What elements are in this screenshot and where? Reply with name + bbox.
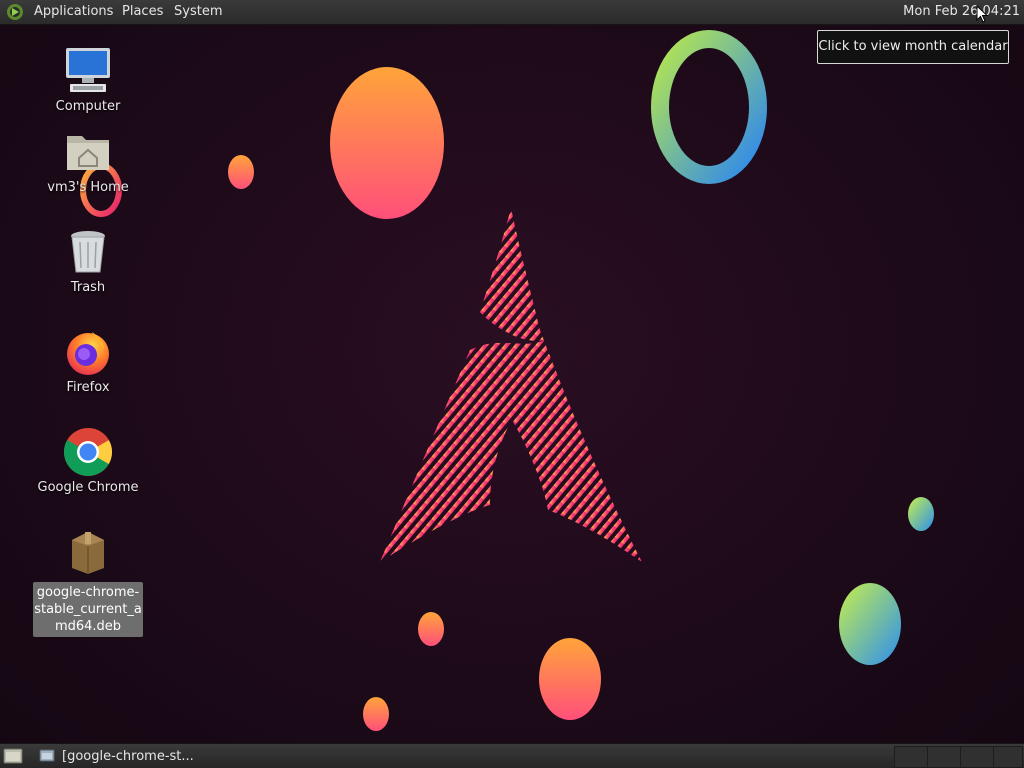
- bubble: [839, 583, 901, 665]
- taskbar-window-label: [google-chrome-st...: [62, 748, 194, 764]
- desktop-icon-label: vm3's Home: [47, 180, 129, 195]
- show-desktop-icon[interactable]: [3, 747, 23, 765]
- desktop-icon-label: google-chrome-stable_current_amd64.deb: [33, 582, 143, 637]
- desktop-icon-firefox[interactable]: Firefox: [33, 326, 143, 395]
- chrome-icon: [63, 428, 113, 477]
- mouse-cursor-icon: [976, 5, 988, 23]
- menu-places[interactable]: Places: [122, 4, 163, 19]
- workspace-1[interactable]: [894, 746, 928, 768]
- package-icon: [72, 532, 104, 574]
- top-panel: Applications Places System Mon Feb 26 04…: [0, 0, 1024, 25]
- taskbar-window-button[interactable]: [google-chrome-st...: [34, 744, 238, 768]
- desktop-icon-trash[interactable]: Trash: [33, 226, 143, 295]
- menu-system[interactable]: System: [174, 4, 222, 19]
- desktop-icon-label: Firefox: [66, 380, 110, 395]
- clock[interactable]: Mon Feb 26 04:21: [903, 4, 1020, 19]
- workspace-2[interactable]: [927, 746, 961, 768]
- desktop-icon-label: Trash: [70, 280, 106, 295]
- computer-icon: [66, 48, 110, 92]
- bottom-panel: [google-chrome-st...: [0, 743, 1024, 768]
- desktop-icon-computer[interactable]: Computer: [33, 45, 143, 114]
- desktop-icon-deb-package[interactable]: google-chrome-stable_current_amd64.deb: [33, 526, 143, 637]
- bubble: [363, 697, 389, 731]
- arch-logo: [380, 208, 642, 562]
- trash-icon: [71, 231, 105, 273]
- desktop-icon-chrome[interactable]: Google Chrome: [33, 426, 143, 495]
- bubble: [539, 638, 601, 720]
- ring: [651, 30, 767, 184]
- bubble: [228, 155, 254, 189]
- workspace-4[interactable]: [993, 746, 1023, 768]
- install-window-icon: [39, 749, 55, 762]
- bubble: [418, 612, 444, 646]
- mate-logo-icon[interactable]: [6, 3, 24, 21]
- desktop-icon-label: Google Chrome: [37, 480, 139, 495]
- bubble: [908, 497, 934, 531]
- bubble: [330, 67, 444, 219]
- wallpaper: [80, 30, 934, 731]
- firefox-icon: [67, 332, 109, 375]
- menu-applications[interactable]: Applications: [34, 4, 113, 19]
- home-folder-icon: [67, 136, 109, 170]
- desktop-icon-home[interactable]: vm3's Home: [33, 126, 143, 195]
- desktop-icon-label: Computer: [55, 99, 121, 114]
- workspace-3[interactable]: [960, 746, 994, 768]
